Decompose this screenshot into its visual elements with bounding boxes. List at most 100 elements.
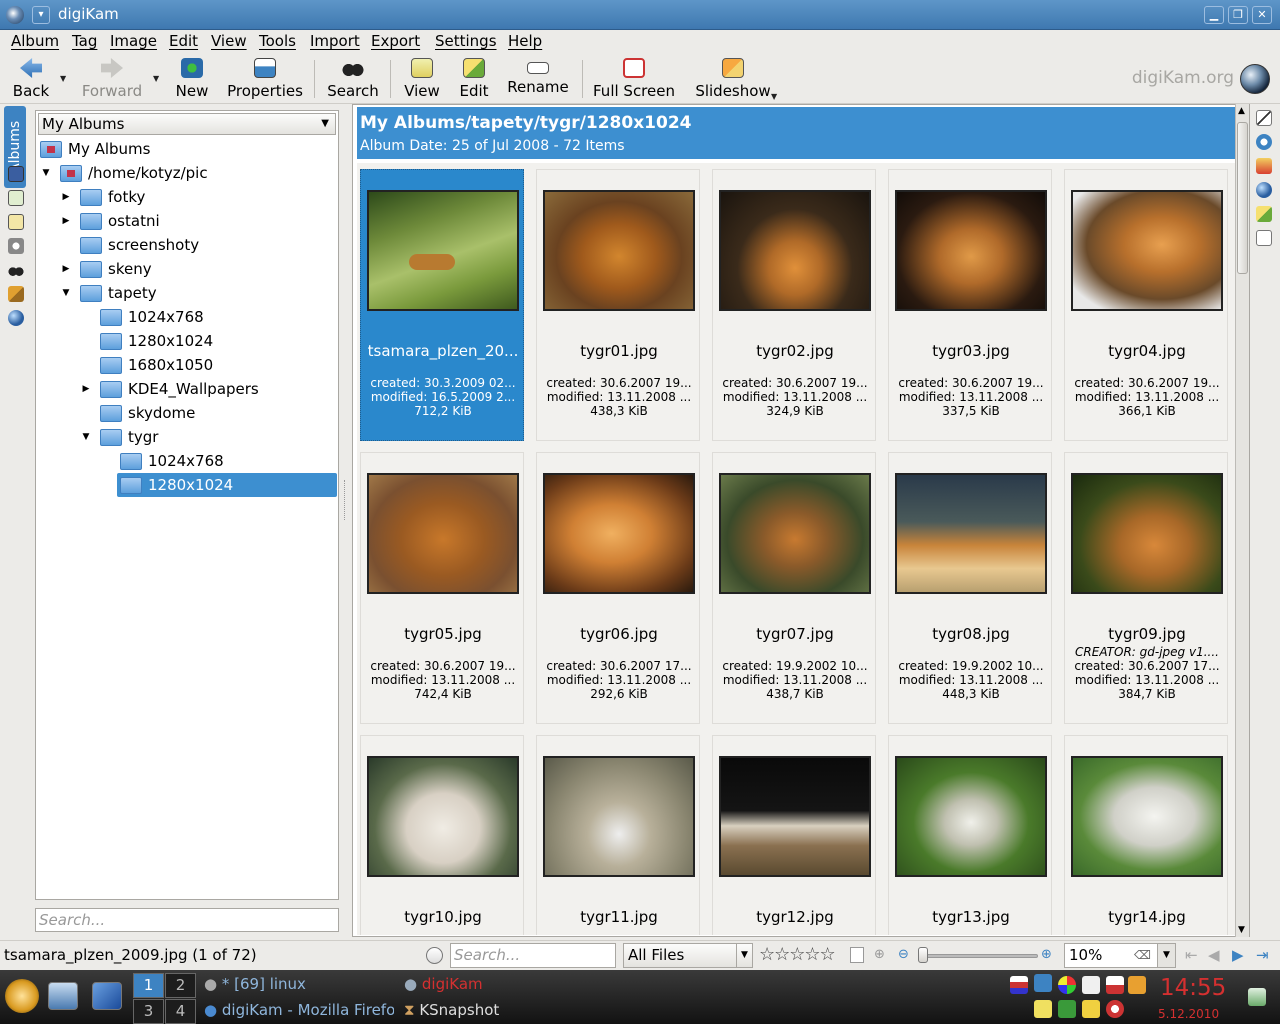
notes-icon[interactable] — [1034, 1000, 1052, 1018]
thumbnail-item[interactable]: tygr07.jpg created: 19.9.2002 10... modi… — [712, 452, 876, 724]
expand-arrow-icon[interactable]: ▶ — [61, 257, 71, 281]
text-filter-input[interactable]: Search... — [450, 943, 616, 968]
zoom-in-icon[interactable]: ⊕ — [1041, 947, 1052, 962]
tools-tab-icon[interactable] — [1256, 206, 1272, 222]
metadata-tab-icon[interactable] — [1256, 158, 1272, 174]
desktop-1[interactable]: 1 — [133, 973, 164, 998]
mime-filter-select[interactable]: All Files ▼ — [623, 943, 753, 968]
tree-item-tygr-1280x1024[interactable]: 1280x1024 — [36, 473, 338, 497]
first-image-icon[interactable]: ⇤ — [1185, 946, 1198, 964]
clear-filter-icon[interactable] — [426, 947, 443, 964]
scroll-down-icon[interactable]: ▼ — [1238, 925, 1245, 935]
tree-item-screenshoty[interactable]: screenshoty — [36, 233, 338, 257]
menu-tools[interactable]: Tools — [259, 32, 296, 50]
close-button[interactable]: ✕ — [1252, 6, 1272, 24]
album-root-selector[interactable]: My Albums ▼ — [38, 113, 336, 135]
keyboard-layout-icon[interactable] — [1010, 976, 1028, 994]
search-tab-icon[interactable] — [8, 262, 24, 278]
collapse-arrow-icon[interactable]: ▼ — [41, 161, 51, 185]
new-album-button[interactable]: New — [172, 58, 212, 102]
scroll-up-icon[interactable]: ▲ — [1238, 106, 1245, 116]
menu-import[interactable]: Import — [310, 32, 360, 50]
next-image-icon[interactable]: ▶ — [1232, 946, 1244, 964]
desktop-4[interactable]: 4 — [165, 999, 196, 1024]
clock-time[interactable]: 14:55 — [1160, 975, 1226, 1001]
info-tab-icon[interactable] — [1256, 134, 1272, 150]
thumbnail-item[interactable]: tygr12.jpg — [712, 735, 876, 935]
geolocation-tab-icon[interactable] — [1256, 182, 1272, 198]
zoom-fit-icon[interactable]: ⊕ — [874, 947, 885, 962]
view-button[interactable]: View — [402, 58, 442, 102]
thumbnail-item[interactable]: tygr06.jpg created: 30.6.2007 17... modi… — [536, 452, 700, 724]
previous-image-icon[interactable]: ◀ — [1208, 946, 1220, 964]
task-firefox[interactable]: ● digiKam - Mozilla Firefox — [204, 1001, 394, 1019]
menu-image[interactable]: Image — [110, 32, 157, 50]
show-desktop-icon[interactable] — [92, 982, 122, 1010]
tree-item-ostatni[interactable]: ▶ ostatni — [36, 209, 338, 233]
power-icon[interactable] — [1106, 1000, 1124, 1018]
thumbnail-item[interactable]: tygr03.jpg created: 30.6.2007 19... modi… — [888, 169, 1052, 441]
thumbnail-item[interactable]: tygr14.jpg — [1064, 735, 1228, 935]
scrollbar-thumb[interactable] — [1237, 122, 1248, 274]
tree-item-tapety-1680x1050[interactable]: 1680x1050 — [36, 353, 338, 377]
forward-button[interactable]: Forward — [80, 58, 144, 102]
last-image-icon[interactable]: ⇥ — [1256, 946, 1269, 964]
download-icon[interactable] — [1058, 1000, 1076, 1018]
trash-icon[interactable] — [1248, 988, 1266, 1006]
thumbnail-item[interactable]: tygr05.jpg created: 30.6.2007 19... modi… — [360, 452, 524, 724]
tree-item-kde4-wallpapers[interactable]: ▶ KDE4_Wallpapers — [36, 377, 338, 401]
collapse-arrow-icon[interactable]: ▼ — [81, 425, 91, 449]
menu-help[interactable]: Help — [508, 32, 542, 50]
zoom-slider-handle[interactable] — [918, 947, 928, 963]
zoom-combo[interactable]: 10% ⌫ ▼ — [1064, 943, 1176, 968]
zoom-slider[interactable] — [918, 954, 1038, 958]
calendar-tab-icon[interactable] — [8, 214, 24, 230]
clipboard-icon[interactable] — [1082, 976, 1100, 994]
thumbnail-item[interactable]: tygr02.jpg created: 30.6.2007 19... modi… — [712, 169, 876, 441]
menu-export[interactable]: Export — [371, 32, 420, 50]
tree-item-tapety-1024x768[interactable]: 1024x768 — [36, 305, 338, 329]
caption-tab-icon[interactable] — [1256, 110, 1272, 126]
task-digikam[interactable]: ● digiKam — [404, 975, 483, 993]
thumbnail-item[interactable]: tygr04.jpg created: 30.6.2007 19... modi… — [1064, 169, 1228, 441]
window-menu-button[interactable]: ▾ — [32, 6, 50, 24]
file-manager-icon[interactable] — [48, 982, 78, 1010]
thumbnail-item[interactable]: tygr08.jpg created: 19.9.2002 10... modi… — [888, 452, 1052, 724]
page-icon[interactable] — [850, 947, 864, 963]
thumbnail-item[interactable]: tygr09.jpg CREATOR: gd-jpeg v1.... creat… — [1064, 452, 1228, 724]
tree-item-tapety-1280x1024[interactable]: 1280x1024 — [36, 329, 338, 353]
back-dropdown-icon[interactable]: ▼ — [60, 74, 66, 83]
thumbnail-item[interactable]: tygr01.jpg created: 30.6.2007 19... modi… — [536, 169, 700, 441]
menu-album[interactable]: Album — [11, 32, 59, 50]
menu-edit[interactable]: Edit — [169, 32, 198, 50]
task-ksnapshot[interactable]: ⧗ KSnapshot — [404, 1001, 499, 1019]
tree-item-skydome[interactable]: skydome — [36, 401, 338, 425]
slideshow-button[interactable]: Slideshow — [694, 58, 772, 102]
expand-arrow-icon[interactable]: ▶ — [81, 377, 91, 401]
color-icon[interactable] — [1058, 976, 1076, 994]
tree-item-home[interactable]: ▼ /home/kotyz/pic — [36, 161, 338, 185]
tree-item-tygr-1024x768[interactable]: 1024x768 — [36, 449, 338, 473]
album-search-input[interactable]: Search... — [35, 908, 339, 932]
thumbnail-item[interactable]: tygr10.jpg — [360, 735, 524, 935]
desktop-2[interactable]: 2 — [165, 973, 196, 998]
thumbnail-item[interactable]: tsamara_plzen_20... created: 30.3.2009 0… — [360, 169, 524, 441]
tags-tab-icon[interactable] — [8, 190, 24, 206]
map-search-tab-icon[interactable] — [8, 310, 24, 326]
minimize-button[interactable]: ▁ — [1204, 6, 1224, 24]
panel-splitter[interactable] — [344, 480, 348, 520]
digikam-app-icon[interactable] — [6, 6, 24, 24]
slideshow-dropdown-icon[interactable]: ▼ — [771, 92, 777, 101]
tree-item-tygr[interactable]: ▼ tygr — [36, 425, 338, 449]
timeline-tab-icon[interactable] — [8, 238, 24, 254]
fuzzy-search-tab-icon[interactable] — [8, 286, 24, 302]
expand-arrow-icon[interactable]: ▶ — [61, 185, 71, 209]
thumbnail-item[interactable]: tygr13.jpg — [888, 735, 1052, 935]
clear-icon[interactable]: ⌫ — [1134, 944, 1151, 967]
help-icon[interactable] — [1128, 976, 1146, 994]
menu-tag[interactable]: Tag — [72, 32, 97, 50]
zoom-out-icon[interactable]: ⊖ — [898, 947, 909, 962]
rename-button[interactable]: Rename — [506, 58, 570, 102]
sticky-note-icon[interactable] — [1082, 1000, 1100, 1018]
thumbnail-item[interactable]: tygr11.jpg — [536, 735, 700, 935]
